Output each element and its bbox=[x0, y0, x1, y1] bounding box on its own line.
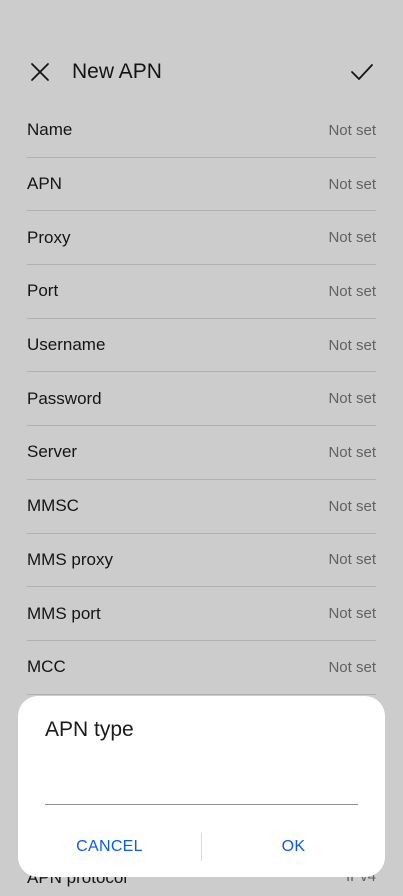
apn-type-dialog: APN type CANCEL OK bbox=[18, 696, 385, 877]
ok-button[interactable]: OK bbox=[202, 838, 385, 856]
dialog-actions: CANCEL OK bbox=[18, 832, 385, 862]
apn-type-input[interactable] bbox=[45, 768, 358, 805]
dialog-title: APN type bbox=[45, 718, 134, 741]
apn-editor-screen: 100% 10:00 New APN Name Not set APN Not … bbox=[0, 0, 403, 896]
cancel-button[interactable]: CANCEL bbox=[18, 838, 201, 856]
